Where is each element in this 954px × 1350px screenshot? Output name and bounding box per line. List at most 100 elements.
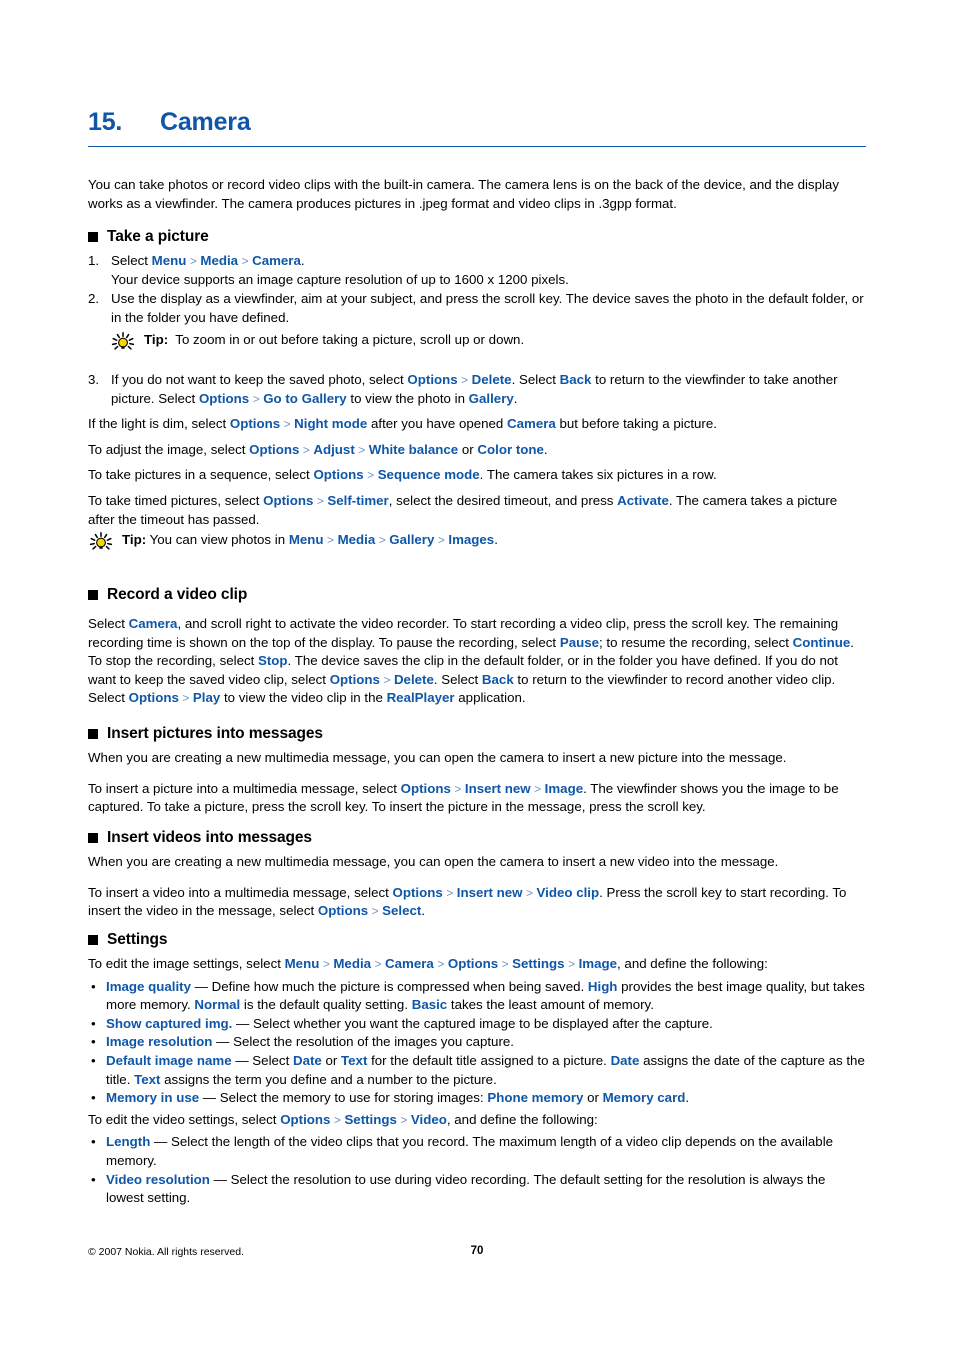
chevron-right-separator: >: [437, 957, 445, 971]
link-go-to-gallery[interactable]: Go to Gallery: [263, 391, 347, 406]
chevron-right-separator: >: [374, 957, 382, 971]
link-pause[interactable]: Pause: [560, 635, 599, 650]
paragraph-insert-video-steps: To insert a video into a multimedia mess…: [88, 884, 866, 921]
paragraph-self-timer: To take timed pictures, select Options > S…: [88, 492, 866, 529]
section-heading-insert-videos: Insert videos into messages: [88, 829, 866, 847]
step-1-lead: Select: [111, 253, 152, 268]
link-menu[interactable]: Menu: [285, 956, 320, 971]
link-image-resolution[interactable]: Image resolution: [106, 1034, 212, 1049]
link-image-quality[interactable]: Image quality: [106, 979, 191, 994]
link-insert-new[interactable]: Insert new: [457, 885, 523, 900]
link-camera[interactable]: Camera: [129, 616, 178, 631]
link-sequence-mode[interactable]: Sequence mode: [378, 467, 480, 482]
paragraph-insert-videos-intro: When you are creating a new multimedia m…: [88, 854, 779, 869]
link-images[interactable]: Images: [448, 532, 494, 547]
value-text[interactable]: Text: [134, 1072, 160, 1087]
link-video[interactable]: Video: [411, 1112, 447, 1127]
link-options[interactable]: Options: [401, 781, 451, 796]
si-t2: , and define the following:: [617, 956, 768, 971]
value-date[interactable]: Date: [293, 1053, 322, 1068]
link-options[interactable]: Options: [263, 493, 313, 508]
take-picture-steps-continued: 3. If you do not want to keep the saved p…: [88, 371, 866, 408]
link-realplayer[interactable]: RealPlayer: [387, 690, 455, 705]
chevron-right-separator: >: [189, 254, 197, 268]
link-media[interactable]: Media: [333, 956, 371, 971]
link-image[interactable]: Image: [545, 781, 583, 796]
step-number: 2.: [88, 291, 100, 307]
link-options[interactable]: Options: [448, 956, 498, 971]
value-normal[interactable]: Normal: [194, 997, 240, 1012]
list-item: • Video resolution — Select the resolutio…: [88, 1171, 866, 1208]
link-default-image-name[interactable]: Default image name: [106, 1053, 232, 1068]
link-media[interactable]: Media: [338, 532, 376, 547]
link-night-mode[interactable]: Night mode: [294, 416, 367, 431]
link-image[interactable]: Image: [579, 956, 617, 971]
link-options[interactable]: Options: [318, 903, 368, 918]
link-video-clip[interactable]: Video clip: [537, 885, 600, 900]
tip-tail: .: [494, 532, 498, 548]
link-self-timer[interactable]: Self-timer: [327, 493, 388, 508]
link-adjust[interactable]: Adjust: [313, 442, 354, 457]
link-continue[interactable]: Continue: [793, 635, 851, 650]
link-options[interactable]: Options: [129, 690, 179, 705]
bullet-dot-icon: •: [91, 1090, 96, 1106]
link-select[interactable]: Select: [382, 903, 421, 918]
step-1-substep: Your device supports an image capture re…: [111, 271, 569, 287]
link-options[interactable]: Options: [313, 467, 363, 482]
link-menu[interactable]: Menu: [289, 532, 324, 547]
link-white-balance[interactable]: White balance: [369, 442, 458, 457]
bullet-dot-icon: •: [91, 1052, 96, 1068]
value-date[interactable]: Date: [611, 1053, 640, 1068]
chapter-heading: 15. Camera: [88, 108, 866, 147]
link-play[interactable]: Play: [193, 690, 220, 705]
link-options[interactable]: Options: [393, 885, 443, 900]
link-gallery[interactable]: Gallery: [469, 391, 514, 406]
value-high[interactable]: High: [588, 979, 618, 994]
link-settings[interactable]: Settings: [344, 1112, 396, 1127]
value-basic[interactable]: Basic: [412, 997, 447, 1012]
bullet-dot-icon: •: [91, 1171, 96, 1187]
link-back[interactable]: Back: [482, 672, 514, 687]
chevron-right-separator: >: [182, 691, 190, 706]
section-heading-label: Insert videos into messages: [107, 829, 312, 846]
link-options[interactable]: Options: [407, 372, 457, 387]
link-camera[interactable]: Camera: [385, 956, 434, 971]
link-options[interactable]: Options: [249, 442, 299, 457]
link-gallery[interactable]: Gallery: [389, 532, 434, 547]
link-options[interactable]: Options: [230, 416, 280, 431]
section-heading-label: Settings: [107, 931, 168, 948]
link-delete[interactable]: Delete: [472, 372, 512, 387]
link-back[interactable]: Back: [560, 372, 592, 387]
value-phone-memory[interactable]: Phone memory: [487, 1090, 583, 1105]
link-settings[interactable]: Settings: [512, 956, 564, 971]
section-take-a-picture: Take a picture 1. Select Menu > Media > Camer…: [88, 228, 866, 557]
chevron-right-separator: >: [367, 468, 375, 483]
square-bullet-icon: [88, 729, 98, 739]
link-stop[interactable]: Stop: [258, 653, 288, 668]
link-options[interactable]: Options: [330, 672, 380, 687]
chevron-right-separator: >: [446, 885, 454, 900]
link-video-resolution[interactable]: Video resolution: [106, 1172, 210, 1187]
link-menu[interactable]: Menu: [152, 253, 187, 268]
link-options[interactable]: Options: [199, 391, 249, 406]
link-length[interactable]: Length: [106, 1134, 150, 1149]
chevron-right-separator: >: [358, 442, 366, 457]
chevron-right-separator: >: [501, 957, 509, 971]
tip-zoom: Tip: To zoom in or out before taking a p…: [88, 331, 866, 357]
link-media[interactable]: Media: [200, 253, 238, 268]
link-memory-in-use[interactable]: Memory in use: [106, 1090, 199, 1105]
rec-t9: application.: [454, 690, 526, 706]
iq-t3: is the default quality setting.: [240, 997, 412, 1013]
link-options[interactable]: Options: [280, 1112, 330, 1127]
link-show-captured-img[interactable]: Show captured img.: [106, 1016, 232, 1031]
value-text[interactable]: Text: [341, 1053, 367, 1068]
link-delete[interactable]: Delete: [394, 672, 434, 687]
link-activate[interactable]: Activate: [617, 493, 669, 508]
square-bullet-icon: [88, 833, 98, 843]
chevron-right-separator: >: [371, 904, 379, 919]
link-color-tone[interactable]: Color tone: [477, 442, 543, 457]
value-memory-card[interactable]: Memory card: [603, 1090, 686, 1105]
link-camera[interactable]: Camera: [252, 253, 301, 268]
link-insert-new[interactable]: Insert new: [465, 781, 531, 796]
link-camera[interactable]: Camera: [507, 416, 556, 431]
